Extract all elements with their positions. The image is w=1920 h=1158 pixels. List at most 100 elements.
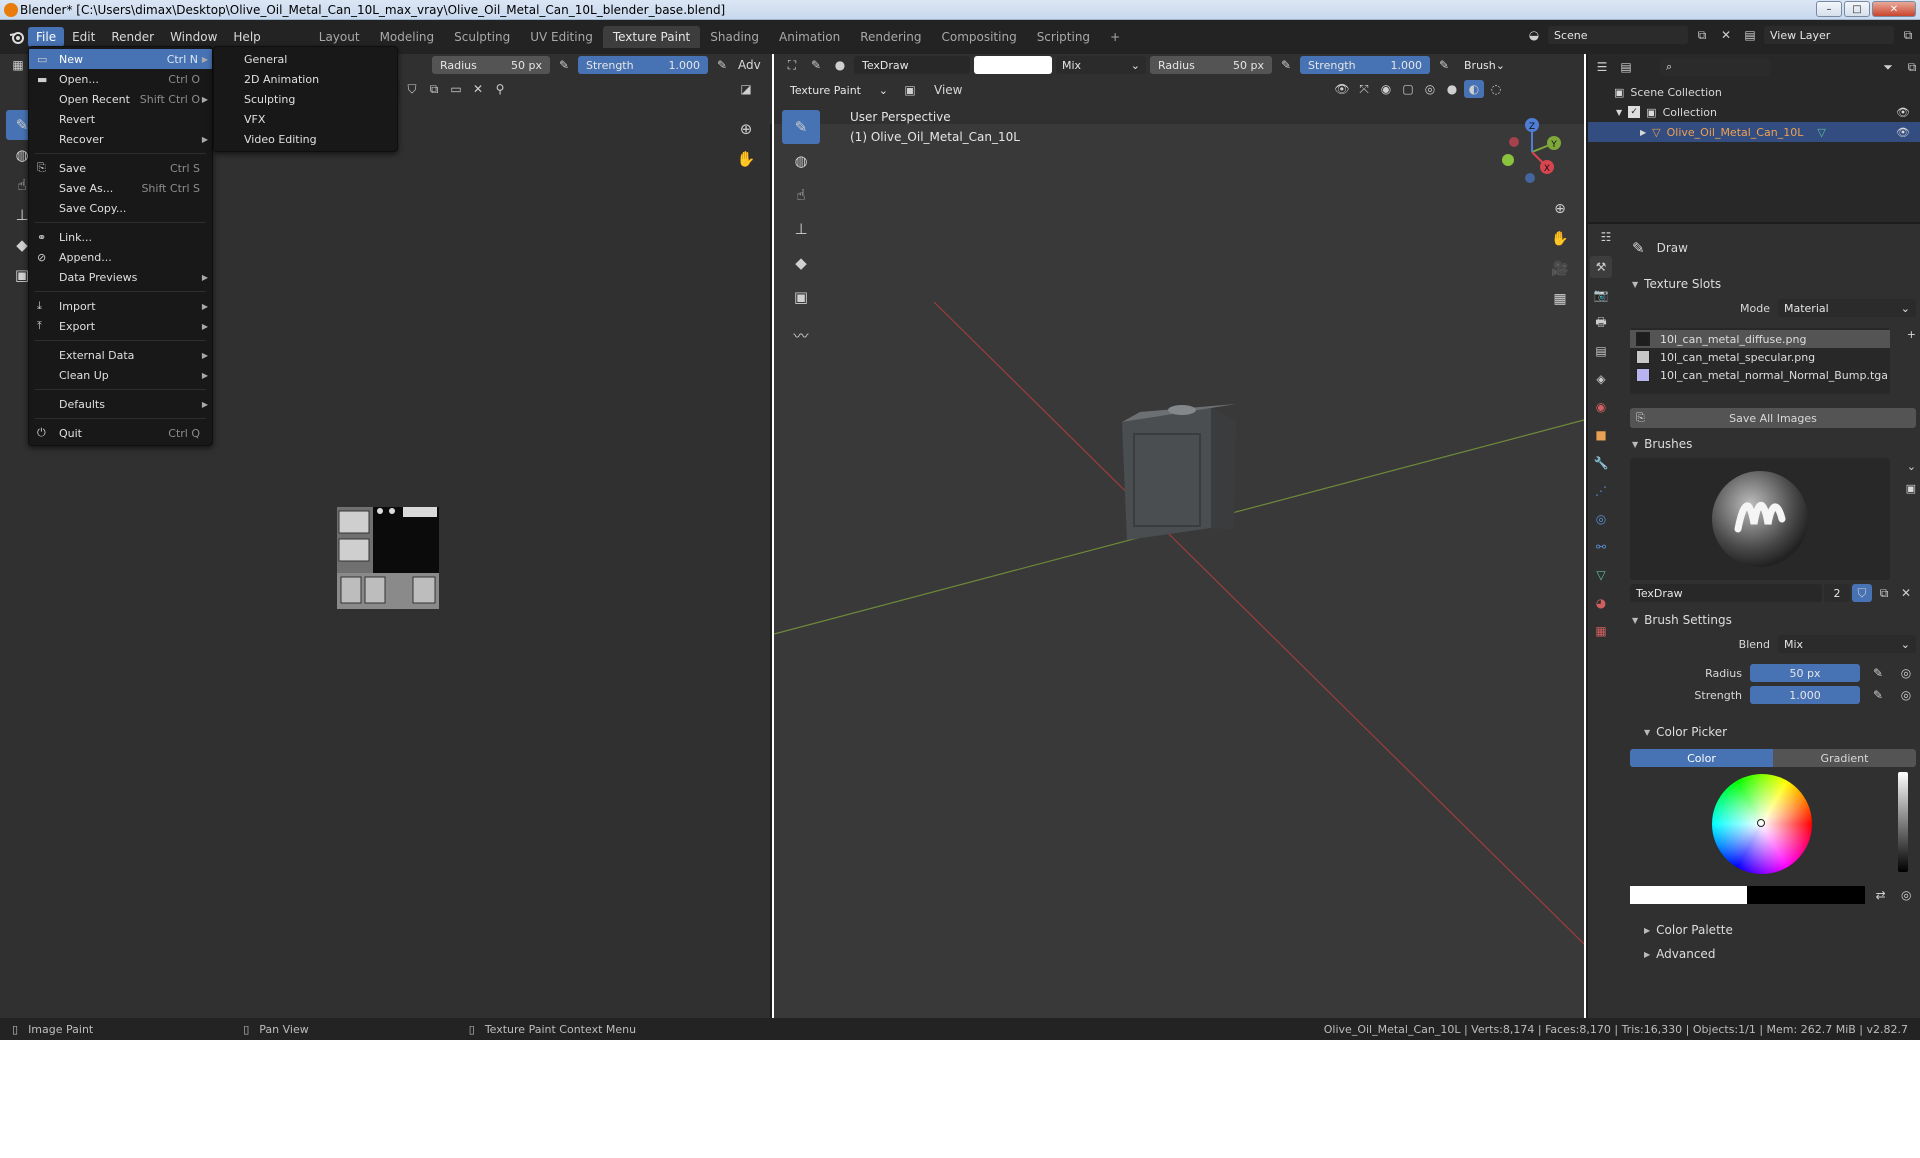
scene-icon[interactable]: ◒: [1524, 26, 1544, 44]
add-workspace-button[interactable]: +: [1100, 26, 1130, 48]
menu-window[interactable]: Window: [162, 27, 225, 47]
modifier-tab-icon[interactable]: 🔧: [1590, 452, 1612, 474]
outliner-row-object[interactable]: ▶ ▽ Olive_Oil_Metal_Can_10L ▽ 👁: [1588, 122, 1920, 142]
save-all-images-button[interactable]: ⎘ Save All Images: [1630, 408, 1916, 428]
menu-save-copy[interactable]: Save Copy...: [29, 198, 212, 218]
soften-tool-icon[interactable]: ◍: [782, 144, 820, 178]
gizmo-toggle-icon[interactable]: ⤧: [1354, 80, 1374, 98]
swap-colors-icon[interactable]: ⇄: [1871, 886, 1891, 904]
brush-list-toggle-icon[interactable]: ⌄: [1907, 460, 1916, 473]
menu-open-recent[interactable]: Open Recent Shift Ctrl O ▶: [29, 89, 212, 109]
blend-dropdown[interactable]: Mix ⌄: [1778, 635, 1916, 653]
zoom-icon[interactable]: ⊕: [1550, 194, 1570, 224]
new-2d-animation[interactable]: 2D Animation: [214, 69, 397, 89]
new-general[interactable]: General: [214, 49, 397, 69]
visibility-icon[interactable]: 👁: [1332, 80, 1352, 98]
primary-color-swatch[interactable]: [1630, 886, 1748, 904]
unlink-image-icon[interactable]: ✕: [468, 80, 488, 98]
brush-name-field[interactable]: TexDraw: [854, 56, 970, 74]
texture-slot-diffuse[interactable]: 10l_can_metal_diffuse.png: [1630, 330, 1890, 348]
brush-name-field[interactable]: TexDraw: [1630, 584, 1822, 602]
output-tab-icon[interactable]: 🖶: [1590, 312, 1612, 334]
tab-rendering[interactable]: Rendering: [850, 26, 931, 48]
tab-uv-editing[interactable]: UV Editing: [520, 26, 603, 48]
mode-dropdown[interactable]: Texture Paint ⌄: [784, 81, 894, 99]
eye-icon[interactable]: 👁: [1896, 126, 1910, 139]
menu-export[interactable]: ⤒ Export ▶: [29, 316, 212, 336]
brush-preview-icon[interactable]: ●: [830, 56, 850, 74]
tab-shading[interactable]: Shading: [700, 26, 769, 48]
new-vfx[interactable]: VFX: [214, 109, 397, 129]
menu-data-previews[interactable]: Data Previews ▶: [29, 267, 212, 287]
new-image-icon[interactable]: ⧉: [424, 80, 444, 98]
view-menu[interactable]: View: [926, 80, 970, 100]
menu-save[interactable]: ⎘ Save Ctrl S: [29, 158, 212, 178]
fake-user-icon[interactable]: ⛉: [402, 80, 422, 98]
solid-shading-icon[interactable]: ●: [1442, 80, 1462, 98]
tab-sculpting[interactable]: Sculpting: [444, 26, 520, 48]
scene-tab-icon[interactable]: ◈: [1590, 368, 1612, 390]
tab-animation[interactable]: Animation: [769, 26, 850, 48]
menu-new[interactable]: ▭ New Ctrl N ▶: [29, 49, 212, 69]
mask-tool-icon[interactable]: ▣: [782, 280, 820, 314]
display-mode-icon[interactable]: ▤: [1616, 58, 1636, 76]
radius-pressure-icon[interactable]: ✎: [1868, 664, 1888, 682]
draw-tool-icon[interactable]: ✎: [782, 110, 820, 144]
data-tab-icon[interactable]: ▽: [1590, 564, 1612, 586]
delete-scene-icon[interactable]: ✕: [1716, 26, 1736, 44]
annotate-tool-icon[interactable]: 〰: [782, 318, 820, 352]
zoom-icon[interactable]: ⊕: [736, 114, 756, 144]
minimize-button[interactable]: –: [1816, 1, 1842, 17]
checkbox-icon[interactable]: ✓: [1628, 106, 1641, 118]
blend-dropdown[interactable]: Mix ⌄: [1056, 56, 1146, 74]
close-button[interactable]: ✕: [1872, 1, 1916, 17]
xray-icon[interactable]: ▢: [1398, 80, 1418, 98]
tab-gradient[interactable]: Gradient: [1773, 749, 1916, 767]
image-strength-field[interactable]: Strength 1.000: [578, 56, 708, 74]
menu-append[interactable]: ⊘ Append...: [29, 247, 212, 267]
display-mode-icon[interactable]: ◪: [736, 80, 756, 98]
vp-strength-field[interactable]: Strength 1.000: [1300, 56, 1430, 74]
vp-radius-pressure-icon[interactable]: ✎: [1276, 56, 1296, 74]
tab-texture-paint[interactable]: Texture Paint: [602, 26, 701, 48]
menu-recover[interactable]: Recover ▶: [29, 129, 212, 149]
tab-compositing[interactable]: Compositing: [931, 26, 1026, 48]
new-sculpting[interactable]: Sculpting: [214, 89, 397, 109]
mask-toggle-icon[interactable]: ▣: [900, 81, 920, 99]
outliner-row-collection[interactable]: ▼ ✓ ▣ Collection 👁: [1588, 102, 1920, 122]
menu-revert[interactable]: Revert: [29, 109, 212, 129]
filter-icon[interactable]: ⏷: [1878, 58, 1898, 76]
menu-quit[interactable]: ⏻ Quit Ctrl Q: [29, 423, 212, 443]
grid-view-icon[interactable]: ▦: [1550, 284, 1570, 314]
wireframe-shading-icon[interactable]: ◎: [1420, 80, 1440, 98]
strength-mode-icon[interactable]: ◎: [1896, 686, 1916, 704]
menu-open[interactable]: ▬ Open... Ctrl O: [29, 69, 212, 89]
menu-clean-up[interactable]: Clean Up ▶: [29, 365, 212, 385]
unlink-brush-icon[interactable]: ✕: [1896, 584, 1916, 602]
camera-icon[interactable]: 🎥: [1550, 254, 1570, 284]
brush-menu[interactable]: Brush ⌄: [1458, 56, 1508, 74]
tab-layout[interactable]: Layout: [309, 26, 370, 48]
color-jitter-icon[interactable]: ◎: [1896, 886, 1916, 904]
properties-type-icon[interactable]: ☷: [1596, 228, 1616, 246]
viewport-editor-type-icon[interactable]: ⛶: [782, 56, 802, 74]
3d-viewport[interactable]: ⛶ ✎ ● TexDraw Mix ⌄ Radius 50 px ✎ Strengt…: [774, 54, 1584, 1018]
clone-tool-icon[interactable]: ⊥: [782, 212, 820, 246]
strength-pressure-icon[interactable]: ✎: [1868, 686, 1888, 704]
outliner-search[interactable]: ⌕: [1660, 58, 1770, 76]
eye-icon[interactable]: 👁: [1896, 106, 1910, 119]
menu-import[interactable]: ⤓ Import ▶: [29, 296, 212, 316]
view-layer-selector[interactable]: View Layer: [1764, 26, 1894, 44]
strength-pressure-icon[interactable]: ✎: [712, 56, 732, 74]
menu-save-as[interactable]: Save As... Shift Ctrl S: [29, 178, 212, 198]
blender-menu-icon[interactable]: [6, 27, 28, 47]
pin-icon[interactable]: ⚲: [490, 80, 510, 98]
brush-icon[interactable]: ✎: [806, 56, 826, 74]
vp-strength-pressure-icon[interactable]: ✎: [1434, 56, 1454, 74]
material-tab-icon[interactable]: ◕: [1590, 592, 1612, 614]
color-wheel-cursor[interactable]: [1757, 819, 1765, 827]
tool-tab-icon[interactable]: ⚒: [1590, 256, 1612, 278]
advanced-menu[interactable]: Adv: [736, 58, 763, 72]
menu-external-data[interactable]: External Data ▶: [29, 345, 212, 365]
brush-users-count[interactable]: 2: [1824, 584, 1850, 602]
